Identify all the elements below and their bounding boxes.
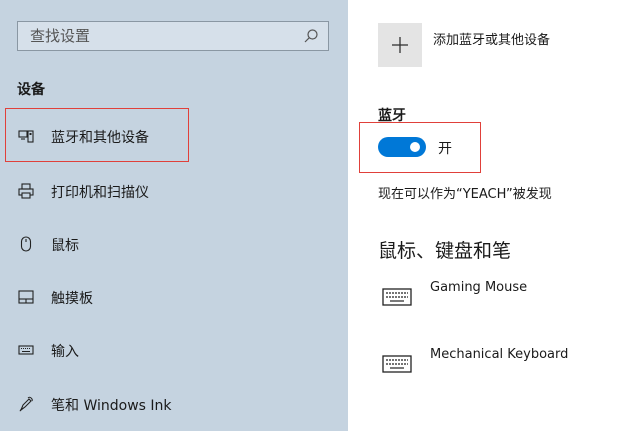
mouse-icon [20, 236, 32, 252]
toggle-knob [410, 142, 420, 152]
main-content: 添加蓝牙或其他设备 蓝牙 开 现在可以作为“YEACH”被发现 鼠标、键盘和笔 … [348, 0, 617, 431]
sidebar-item-pen[interactable]: 笔和 Windows Ink [0, 385, 348, 423]
highlight-box [5, 108, 189, 162]
sidebar-item-mouse[interactable]: 鼠标 [0, 225, 348, 263]
search-icon[interactable] [303, 28, 319, 44]
section-title: 设备 [17, 82, 45, 98]
sidebar-item-touchpad[interactable]: 触摸板 [0, 278, 348, 316]
sidebar-item-label: 触摸板 [51, 291, 93, 307]
keyboard-icon [382, 355, 412, 373]
search-input[interactable] [18, 22, 300, 50]
sidebar: 设备 蓝牙和其他设备 打印机和扫描仪 鼠标 触摸板 [0, 0, 348, 431]
device-name: Gaming Mouse [430, 280, 528, 295]
add-device-button[interactable] [378, 23, 422, 67]
plus-icon [392, 37, 408, 53]
sidebar-item-label: 笔和 Windows Ink [51, 398, 172, 414]
sidebar-item-label: 鼠标 [51, 238, 79, 254]
printer-icon [18, 183, 34, 199]
search-box[interactable] [17, 21, 329, 51]
sidebar-item-typing[interactable]: 输入 [0, 331, 348, 369]
bluetooth-toggle-label: 开 [438, 141, 452, 157]
bluetooth-toggle[interactable] [378, 137, 426, 157]
device-item-mechanical-keyboard[interactable]: Mechanical Keyboard [378, 347, 608, 387]
keyboard-icon [382, 288, 412, 306]
sidebar-item-label: 输入 [51, 344, 79, 360]
sidebar-item-printers[interactable]: 打印机和扫描仪 [0, 172, 348, 210]
pen-icon [19, 396, 33, 412]
add-device-label[interactable]: 添加蓝牙或其他设备 [433, 29, 550, 48]
touchpad-icon [18, 290, 34, 304]
discoverable-text: 现在可以作为“YEACH”被发现 [378, 187, 552, 202]
device-item-gaming-mouse[interactable]: Gaming Mouse [378, 280, 608, 320]
devices-heading: 鼠标、键盘和笔 [378, 240, 512, 262]
sidebar-item-label: 打印机和扫描仪 [51, 185, 149, 201]
keyboard-icon [18, 345, 34, 355]
device-name: Mechanical Keyboard [430, 347, 569, 362]
